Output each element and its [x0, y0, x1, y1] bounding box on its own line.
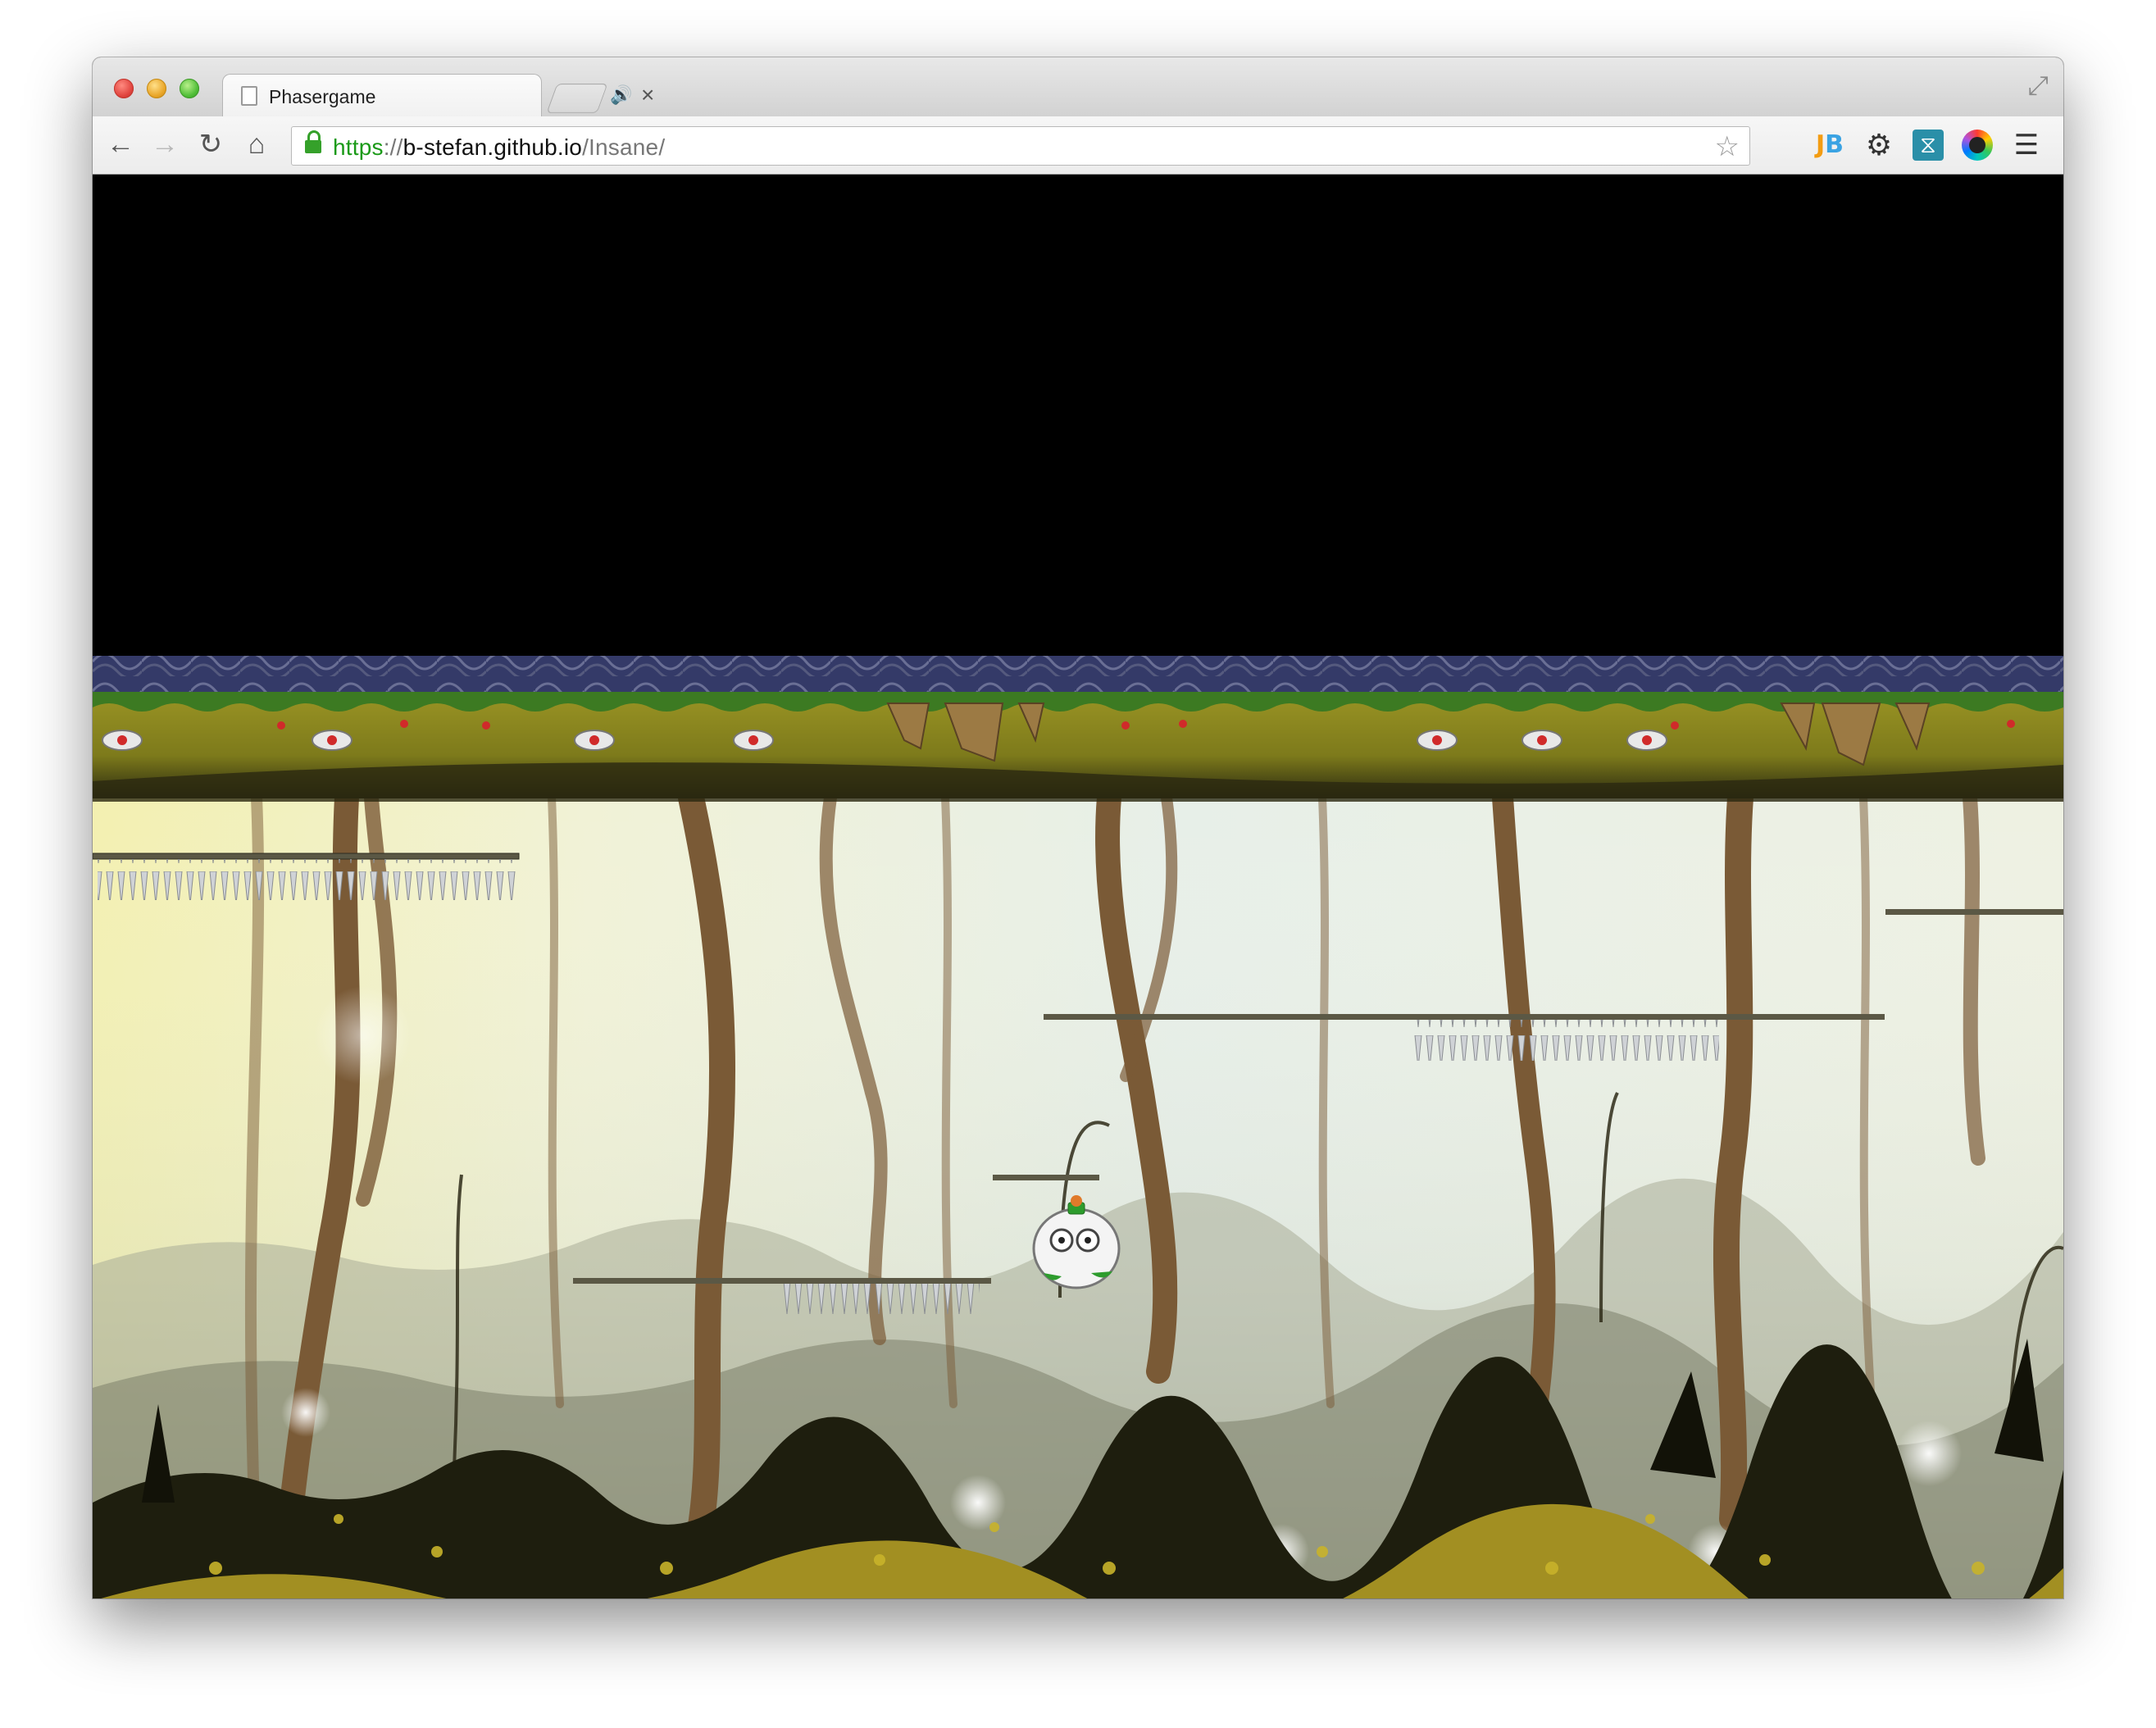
forward-button[interactable]: →	[148, 128, 181, 161]
tab-strip: Phasergame 🔊 × ⤢	[93, 57, 2063, 117]
zoom-window-button[interactable]	[180, 79, 199, 98]
url-host: b-stefan.github.io	[403, 134, 583, 160]
tab-phasergame[interactable]: Phasergame 🔊 ×	[222, 74, 654, 117]
url-path: /Insane/	[582, 134, 666, 160]
minimize-window-button[interactable]	[147, 79, 166, 98]
audio-playing-icon[interactable]: 🔊	[610, 84, 632, 106]
game-scene	[93, 175, 2063, 1598]
new-tab-button[interactable]	[546, 84, 608, 113]
reload-button[interactable]: ↻	[194, 128, 227, 161]
address-bar[interactable]: https://b-stefan.github.io/Insane/ ☆	[291, 126, 1750, 166]
url-separator: ://	[383, 134, 403, 160]
wave-extension-icon[interactable]: ⧖	[1913, 130, 1944, 161]
url-text[interactable]: https://b-stefan.github.io/Insane/	[333, 134, 665, 161]
bookmark-star-icon[interactable]: ☆	[1715, 130, 1740, 163]
phaser-game-canvas[interactable]	[93, 175, 2063, 1598]
color-picker-icon[interactable]	[1962, 130, 1993, 161]
home-button[interactable]: ⌂	[240, 128, 273, 161]
browser-toolbar: ← → ↻ ⌂ https://b-stefan.github.io/Insan…	[93, 116, 2063, 175]
tab-title: Phasergame	[269, 86, 376, 107]
close-tab-icon[interactable]: ×	[641, 81, 654, 109]
url-scheme: https	[333, 134, 384, 160]
page-favicon-icon	[241, 86, 257, 106]
close-window-button[interactable]	[114, 79, 134, 98]
menu-icon[interactable]: ☰	[2011, 130, 2042, 161]
jb-extension-icon[interactable]: JB	[1814, 130, 1845, 161]
secure-lock-icon[interactable]	[305, 130, 321, 153]
browser-window: Phasergame 🔊 × ⤢ ← → ↻ ⌂ https://b-stefa…	[93, 57, 2063, 1598]
back-button[interactable]: ←	[104, 128, 137, 161]
gear-icon[interactable]: ⚙	[1863, 130, 1894, 161]
fullscreen-icon[interactable]: ⤢	[2027, 70, 2049, 102]
